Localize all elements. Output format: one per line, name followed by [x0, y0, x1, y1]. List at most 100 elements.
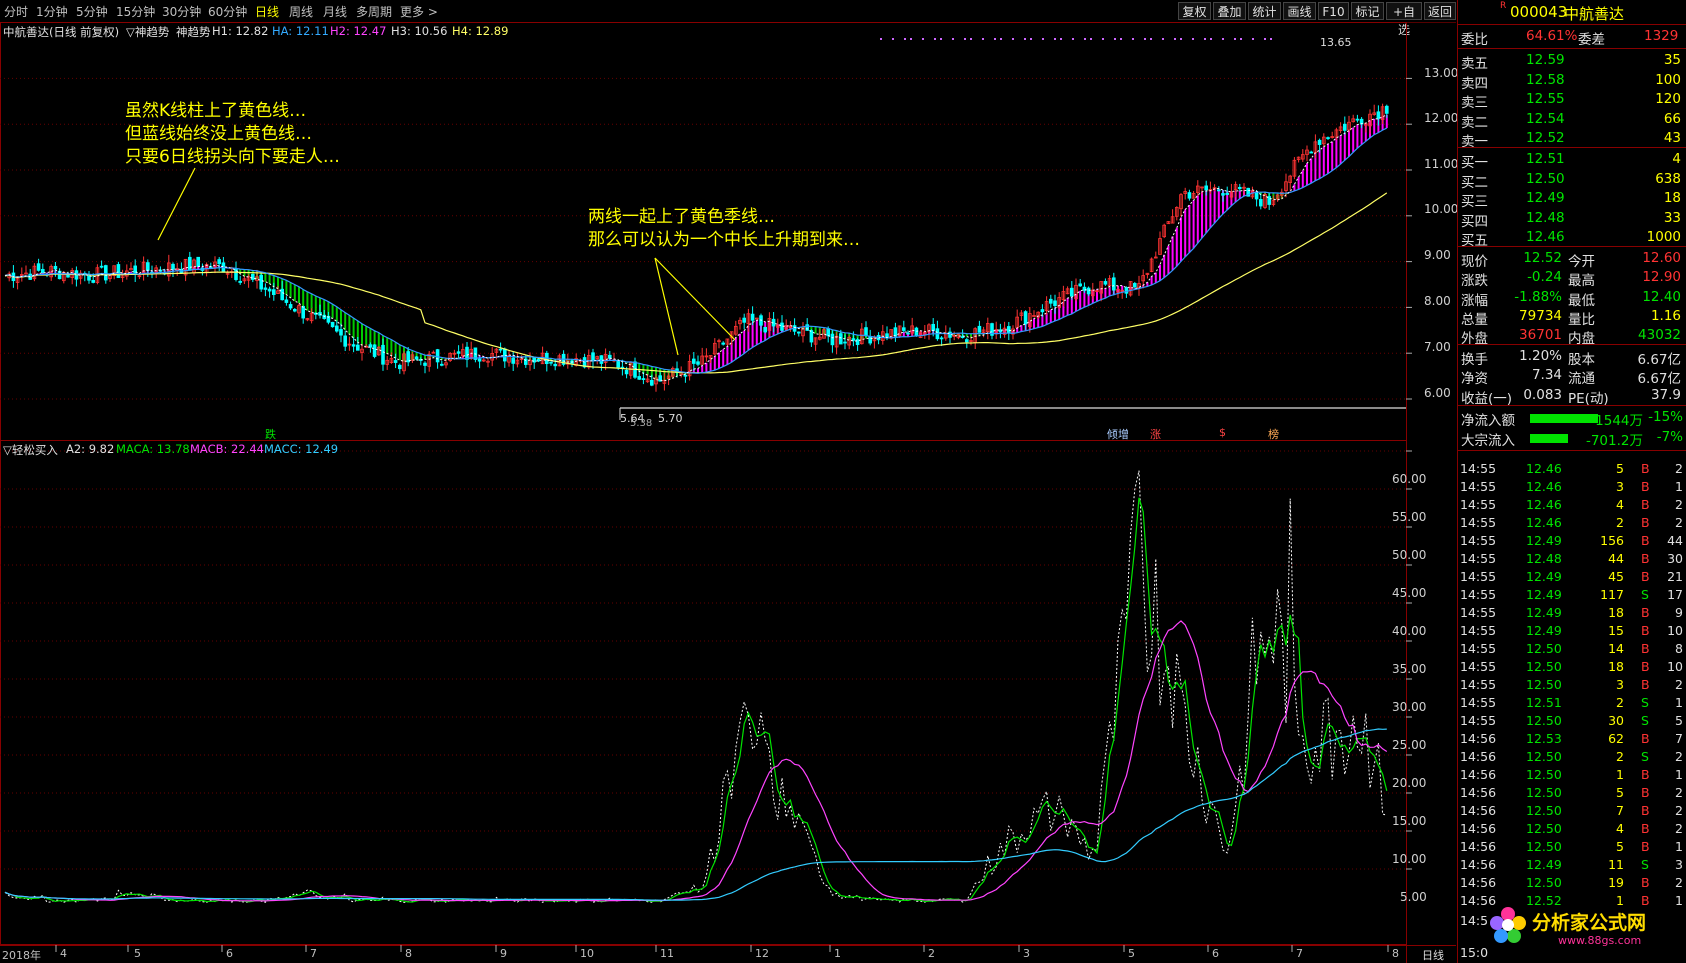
candle-body	[381, 344, 385, 365]
sub-indicator-selector[interactable]: ▽轻松买入	[3, 442, 58, 458]
tick-side: B	[1641, 731, 1650, 746]
x-axis-label: 4	[60, 947, 67, 960]
sell-level-row[interactable]: 卖四 12.58 100	[1458, 71, 1686, 92]
buy-level-row[interactable]: 买二 12.50 638	[1458, 170, 1686, 191]
sub-indicator-lines	[4, 470, 1388, 903]
tick-volume: 4	[1616, 497, 1624, 512]
tick-time: 14:56	[1460, 839, 1497, 854]
buy-level-row[interactable]: 买一 12.51 4	[1458, 150, 1686, 171]
tick-time: 14:55	[1460, 641, 1497, 656]
candle-body	[637, 376, 641, 380]
weicha-label: 委差	[1578, 32, 1605, 48]
tick-row: 14:55 12.46 2 B 2	[1458, 514, 1686, 532]
candle-body	[797, 331, 801, 334]
sell-level-row[interactable]: 卖五 12.59 35	[1458, 51, 1686, 72]
flow-pct: -7%	[1656, 429, 1683, 445]
candle-body	[864, 327, 868, 337]
buy-level-label: 买一	[1461, 155, 1488, 171]
candle-body	[599, 355, 604, 364]
signal-dot	[994, 38, 996, 40]
candle-body	[763, 326, 767, 333]
buy-level-row[interactable]: 买三 12.49 18	[1458, 189, 1686, 210]
tick-side: S	[1641, 857, 1649, 872]
candle-body	[826, 328, 830, 337]
quote-panel: R 000043 中航善达 委比 64.61% 委差 1329 卖五 12.59…	[1457, 0, 1686, 963]
candle-body	[809, 330, 814, 343]
sell-level-label: 卖三	[1461, 95, 1488, 111]
candle-body	[1217, 189, 1221, 192]
candle-body	[414, 356, 419, 360]
sell-level-row[interactable]: 卖三 12.55 120	[1458, 90, 1686, 111]
signal-dot	[1162, 38, 1164, 40]
buy-level-row[interactable]: 买五 12.46 1000	[1458, 228, 1686, 249]
candle-body	[271, 289, 276, 295]
x-axis-label: 10	[580, 947, 594, 960]
finance-label: 净资	[1461, 371, 1488, 388]
candle-body	[372, 344, 377, 357]
candle-body	[948, 331, 952, 338]
tick-count: 2	[1675, 677, 1683, 692]
sell-level-row[interactable]: 卖一 12.52 43	[1458, 129, 1686, 150]
tick-row: 14:55 12.50 14 B 8	[1458, 640, 1686, 658]
annotation-arrow	[157, 167, 196, 241]
annotation-1: 虽然K线柱上了黄色线… 但蓝线始终没上黄色线… 只要6日线拐头向下要走人…	[125, 100, 340, 169]
tick-row: 14:56 12.50 2 S 2	[1458, 748, 1686, 766]
fund-flow-row: 净流入额 -1544万 -15%	[1458, 408, 1686, 429]
candle-body	[292, 309, 297, 312]
candle-body	[960, 336, 965, 338]
macb-line	[4, 620, 1388, 902]
tick-count: 10	[1667, 659, 1683, 674]
tick-price: 12.49	[1526, 569, 1562, 584]
tick-side: B	[1641, 641, 1650, 656]
tick-row: 14:55 12.49 18 B 9	[1458, 604, 1686, 622]
stat-value: -0.24	[1527, 269, 1562, 286]
signal-dot	[1222, 38, 1224, 40]
tick-count: 2	[1675, 875, 1683, 890]
x-axis-label: 9	[500, 947, 507, 960]
tick-side: B	[1641, 875, 1650, 890]
candle-body	[742, 317, 746, 323]
tick-volume: 3	[1616, 677, 1624, 692]
buy-volume: 638	[1655, 170, 1681, 187]
price-axis-label: 9.00	[1424, 248, 1451, 262]
annotation-1-line-2: 但蓝线始终没上黄色线…	[125, 124, 312, 144]
stat-row: 总量 79734 量比 1.16	[1458, 307, 1686, 328]
signal-dot	[1072, 38, 1074, 40]
signal-dot	[1000, 38, 1002, 40]
tick-time: 14:55	[1460, 533, 1497, 548]
price-axis-label: 10.00	[1424, 202, 1459, 216]
buy-level-row[interactable]: 买四 12.48 33	[1458, 209, 1686, 230]
finance-label: 股本	[1568, 352, 1595, 368]
candle-body	[87, 275, 91, 281]
candle-body	[393, 360, 398, 363]
tick-row: 14:56 12.50 7 B 2	[1458, 802, 1686, 820]
x-axis-label: 2018年	[2, 949, 41, 962]
candle-body	[334, 325, 339, 332]
tick-row: 14:55 12.49 156 B 44	[1458, 532, 1686, 550]
tick-volume: 5	[1616, 461, 1624, 476]
candle-body	[1376, 111, 1381, 119]
candle-body	[1309, 151, 1314, 154]
sell-volume: 66	[1663, 110, 1681, 127]
tick-volume: 62	[1608, 731, 1624, 746]
flow-label: 净流入额	[1461, 413, 1515, 429]
tick-time: 14:56	[1460, 785, 1497, 800]
candle-body	[1204, 185, 1209, 191]
candle-body	[965, 339, 969, 343]
tick-price: 12.53	[1526, 731, 1562, 746]
tick-time: 14:55	[1460, 695, 1497, 710]
candle-body	[1007, 326, 1011, 334]
finance-value: 6.67亿	[1637, 371, 1681, 388]
buy-level-label: 买四	[1461, 213, 1488, 230]
tick-time: 14:55	[1460, 713, 1497, 728]
price-axis-label: 7.00	[1424, 340, 1451, 354]
tick-cut-1: 14:5	[1460, 913, 1489, 928]
tick-time: 14:56	[1460, 857, 1497, 872]
signal-dot	[904, 38, 906, 40]
tick-volume: 7	[1616, 803, 1624, 818]
signal-dot	[1054, 38, 1056, 40]
high-price-label: 13.65	[1320, 36, 1352, 49]
sell-level-row[interactable]: 卖二 12.54 66	[1458, 110, 1686, 131]
sub-axis-label: 25.00	[1392, 738, 1427, 752]
candle-body	[339, 329, 343, 336]
